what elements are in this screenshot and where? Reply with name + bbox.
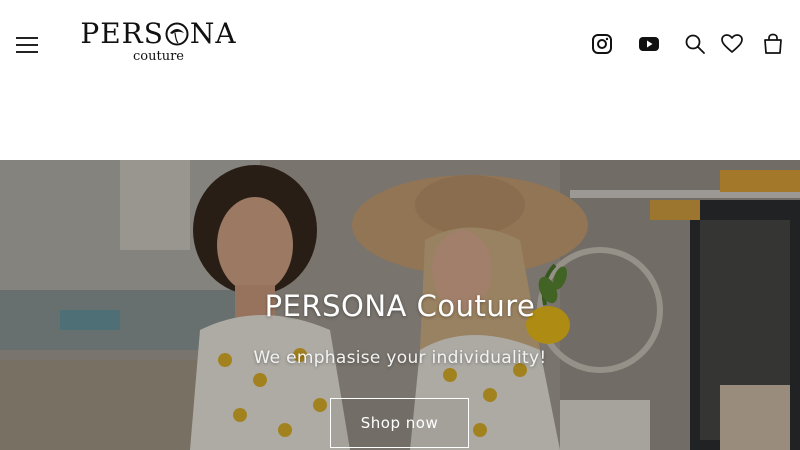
- youtube-link[interactable]: [637, 32, 661, 56]
- shopping-bag-icon: [764, 33, 782, 54]
- cart-button[interactable]: [761, 32, 785, 56]
- hamburger-menu-icon: [16, 37, 38, 39]
- youtube-icon: [639, 37, 659, 51]
- search-icon: [685, 34, 705, 54]
- search-button[interactable]: [683, 32, 707, 56]
- hero-title: PERSONA Couture: [264, 289, 536, 323]
- heart-icon: [721, 34, 743, 53]
- instagram-icon: [592, 34, 612, 54]
- hero-subtitle: We emphasise your individuality!: [253, 348, 547, 368]
- shop-now-button[interactable]: Shop now: [330, 398, 469, 448]
- logo-o-emblem-icon: [164, 21, 190, 47]
- wishlist-button[interactable]: [720, 32, 744, 56]
- instagram-link[interactable]: [590, 32, 614, 56]
- menu-button[interactable]: [16, 34, 38, 54]
- site-header: PERS NA couture: [0, 0, 800, 90]
- logo-wordmark: PERS NA: [80, 17, 237, 50]
- site-logo[interactable]: PERS NA couture: [80, 17, 237, 68]
- logo-subtitle: couture: [133, 49, 184, 64]
